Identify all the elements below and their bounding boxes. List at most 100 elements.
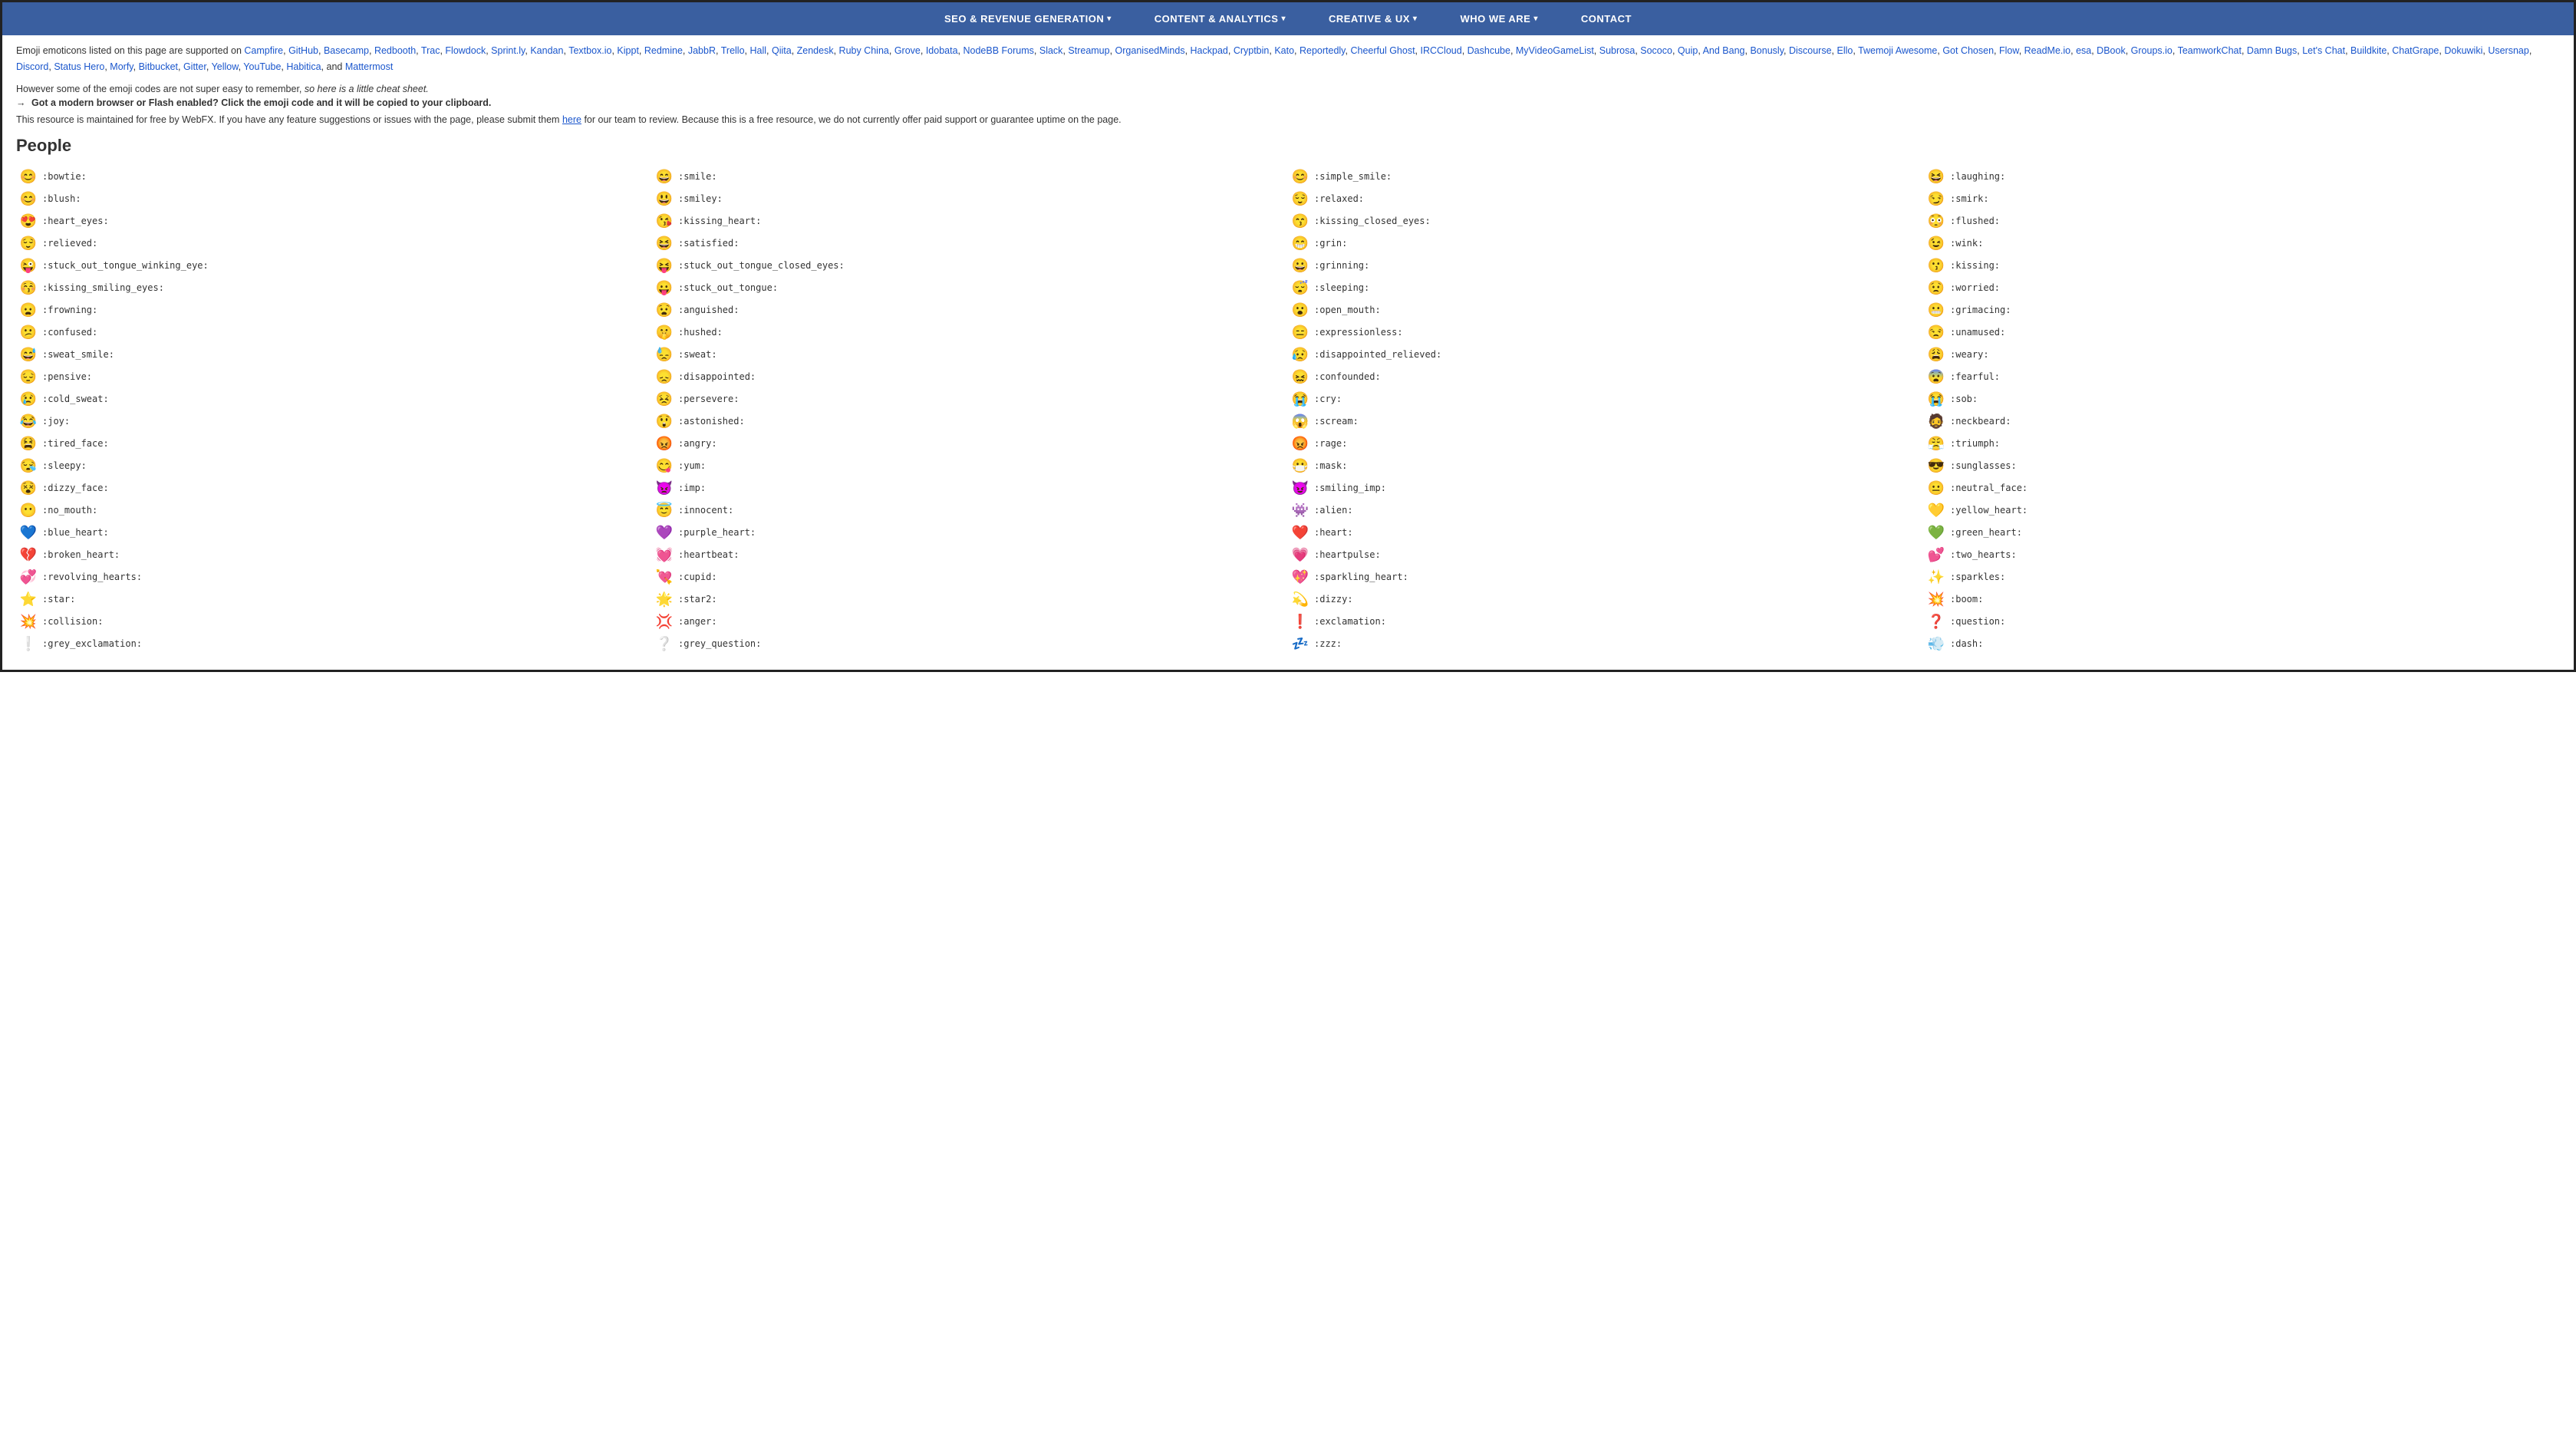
emoji-code[interactable]: :broken_heart: — [42, 549, 120, 560]
emoji-code[interactable]: :pensive: — [42, 371, 92, 382]
emoji-code[interactable]: :disappointed_relieved: — [1314, 349, 1441, 360]
here-link[interactable]: here — [562, 114, 581, 125]
emoji-code[interactable]: :star: — [42, 594, 75, 605]
emoji-item[interactable]: 😏:smirk: — [1924, 189, 2560, 209]
emoji-item[interactable]: 💔:broken_heart: — [16, 545, 652, 565]
emoji-item[interactable]: ⭐:star: — [16, 589, 652, 610]
emoji-item[interactable]: 😍:heart_eyes: — [16, 211, 652, 232]
emoji-code[interactable]: :worried: — [1950, 282, 2000, 293]
platform-link[interactable]: Sprint.ly — [491, 45, 525, 56]
platform-link[interactable]: Ello — [1837, 45, 1853, 56]
platform-link[interactable]: Slack — [1039, 45, 1063, 56]
emoji-code[interactable]: :sunglasses: — [1950, 460, 2017, 471]
emoji-code[interactable]: :confused: — [42, 327, 97, 338]
emoji-code[interactable]: :smiley: — [678, 193, 723, 204]
platform-link[interactable]: OrganisedMinds — [1115, 45, 1185, 56]
emoji-code[interactable]: :kissing_smiling_eyes: — [42, 282, 164, 293]
emoji-item[interactable]: 💓:heartbeat: — [652, 545, 1288, 565]
emoji-code[interactable]: :joy: — [42, 416, 70, 427]
emoji-item[interactable]: 😚:kissing_smiling_eyes: — [16, 278, 652, 298]
platform-link[interactable]: MyVideoGameList — [1516, 45, 1594, 56]
platform-link[interactable]: Kato — [1274, 45, 1294, 56]
emoji-code[interactable]: :fearful: — [1950, 371, 2000, 382]
emoji-code[interactable]: :imp: — [678, 483, 706, 493]
emoji-item[interactable]: 😙:kissing_closed_eyes: — [1288, 211, 1924, 232]
emoji-code[interactable]: :open_mouth: — [1314, 305, 1381, 315]
platform-link[interactable]: Textbox.io — [568, 45, 611, 56]
platform-link[interactable]: Campfire — [244, 45, 283, 56]
platform-link[interactable]: Cheerful Ghost — [1350, 45, 1415, 56]
emoji-item[interactable]: 😎:sunglasses: — [1924, 456, 2560, 476]
emoji-code[interactable]: :blush: — [42, 193, 81, 204]
emoji-code[interactable]: :zzz: — [1314, 638, 1342, 649]
emoji-item[interactable]: 😅:sweat_smile: — [16, 344, 652, 365]
platform-link[interactable]: Got Chosen — [1942, 45, 1994, 56]
nav-item-seo---revenue-generation[interactable]: SEO & REVENUE GENERATION▾ — [923, 2, 1133, 35]
platform-link[interactable]: Trello — [721, 45, 745, 56]
platform-link[interactable]: Bonusly — [1750, 45, 1784, 56]
emoji-item[interactable]: 😘:kissing_heart: — [652, 211, 1288, 232]
emoji-item[interactable]: 😩:weary: — [1924, 344, 2560, 365]
emoji-code[interactable]: :sleepy: — [42, 460, 87, 471]
platform-link[interactable]: Twemoji Awesome — [1858, 45, 1937, 56]
emoji-item[interactable]: 💚:green_heart: — [1924, 522, 2560, 543]
platform-link[interactable]: Yellow — [212, 61, 239, 72]
emoji-code[interactable]: :star2: — [678, 594, 717, 605]
emoji-code[interactable]: :weary: — [1950, 349, 1989, 360]
emoji-code[interactable]: :exclamation: — [1314, 616, 1386, 627]
emoji-code[interactable]: :dizzy_face: — [42, 483, 109, 493]
emoji-item[interactable]: 😆:laughing: — [1924, 166, 2560, 187]
emoji-item[interactable]: 👾:alien: — [1288, 500, 1924, 521]
emoji-code[interactable]: :blue_heart: — [42, 527, 109, 538]
emoji-code[interactable]: :astonished: — [678, 416, 745, 427]
platform-link[interactable]: Buildkite — [2350, 45, 2387, 56]
platform-link[interactable]: Redmine — [644, 45, 683, 56]
emoji-item[interactable]: 😁:grin: — [1288, 233, 1924, 254]
platform-link[interactable]: Let's Chat — [2302, 45, 2345, 56]
emoji-code[interactable]: :sleeping: — [1314, 282, 1369, 293]
emoji-code[interactable]: :frowning: — [42, 305, 97, 315]
emoji-item[interactable]: 😔:pensive: — [16, 367, 652, 387]
emoji-code[interactable]: :neutral_face: — [1950, 483, 2028, 493]
emoji-item[interactable]: 😊:bowtie: — [16, 166, 652, 187]
platform-link[interactable]: Dashcube — [1468, 45, 1510, 56]
emoji-code[interactable]: :two_hearts: — [1950, 549, 2017, 560]
platform-link[interactable]: ChatGrape — [2392, 45, 2439, 56]
emoji-code[interactable]: :stuck_out_tongue_winking_eye: — [42, 260, 209, 271]
emoji-item[interactable]: 💕:two_hearts: — [1924, 545, 2560, 565]
emoji-item[interactable]: 😈:smiling_imp: — [1288, 478, 1924, 499]
emoji-code[interactable]: :grey_question: — [678, 638, 761, 649]
platform-link[interactable]: esa — [2076, 45, 2091, 56]
emoji-item[interactable]: 😀:grinning: — [1288, 255, 1924, 276]
emoji-item[interactable]: 😪:sleepy: — [16, 456, 652, 476]
emoji-item[interactable]: 😞:disappointed: — [652, 367, 1288, 387]
platform-link[interactable]: Cryptbin — [1234, 45, 1270, 56]
emoji-item[interactable]: 😫:tired_face: — [16, 433, 652, 454]
emoji-item[interactable]: 😲:astonished: — [652, 411, 1288, 432]
platform-link[interactable]: Reportedly — [1300, 45, 1346, 56]
emoji-code[interactable]: :tired_face: — [42, 438, 109, 449]
emoji-code[interactable]: :no_mouth: — [42, 505, 97, 516]
emoji-code[interactable]: :green_heart: — [1950, 527, 2022, 538]
platform-link[interactable]: GitHub — [288, 45, 318, 56]
emoji-code[interactable]: :stuck_out_tongue: — [678, 282, 778, 293]
nav-item-content---analytics[interactable]: CONTENT & ANALYTICS▾ — [1133, 2, 1307, 35]
platform-link[interactable]: Discourse — [1789, 45, 1832, 56]
emoji-item[interactable]: 💥:boom: — [1924, 589, 2560, 610]
emoji-code[interactable]: :laughing: — [1950, 171, 2005, 182]
platform-link[interactable]: And Bang — [1703, 45, 1745, 56]
emoji-code[interactable]: :smirk: — [1950, 193, 1989, 204]
nav-item-creative---ux[interactable]: CREATIVE & UX▾ — [1307, 2, 1438, 35]
emoji-item[interactable]: 😑:expressionless: — [1288, 322, 1924, 343]
platform-link[interactable]: Ruby China — [839, 45, 889, 56]
emoji-item[interactable]: 😬:grimacing: — [1924, 300, 2560, 321]
platform-link[interactable]: Kippt — [617, 45, 639, 56]
emoji-code[interactable]: :kissing_heart: — [678, 216, 761, 226]
platform-link[interactable]: Subrosa — [1599, 45, 1636, 56]
emoji-code[interactable]: :cupid: — [678, 572, 717, 582]
platform-link[interactable]: TeamworkChat — [2178, 45, 2242, 56]
emoji-item[interactable]: 😌:relieved: — [16, 233, 652, 254]
emoji-item[interactable]: 💜:purple_heart: — [652, 522, 1288, 543]
emoji-item[interactable]: 🤫:hushed: — [652, 322, 1288, 343]
emoji-item[interactable]: 😐:neutral_face: — [1924, 478, 2560, 499]
